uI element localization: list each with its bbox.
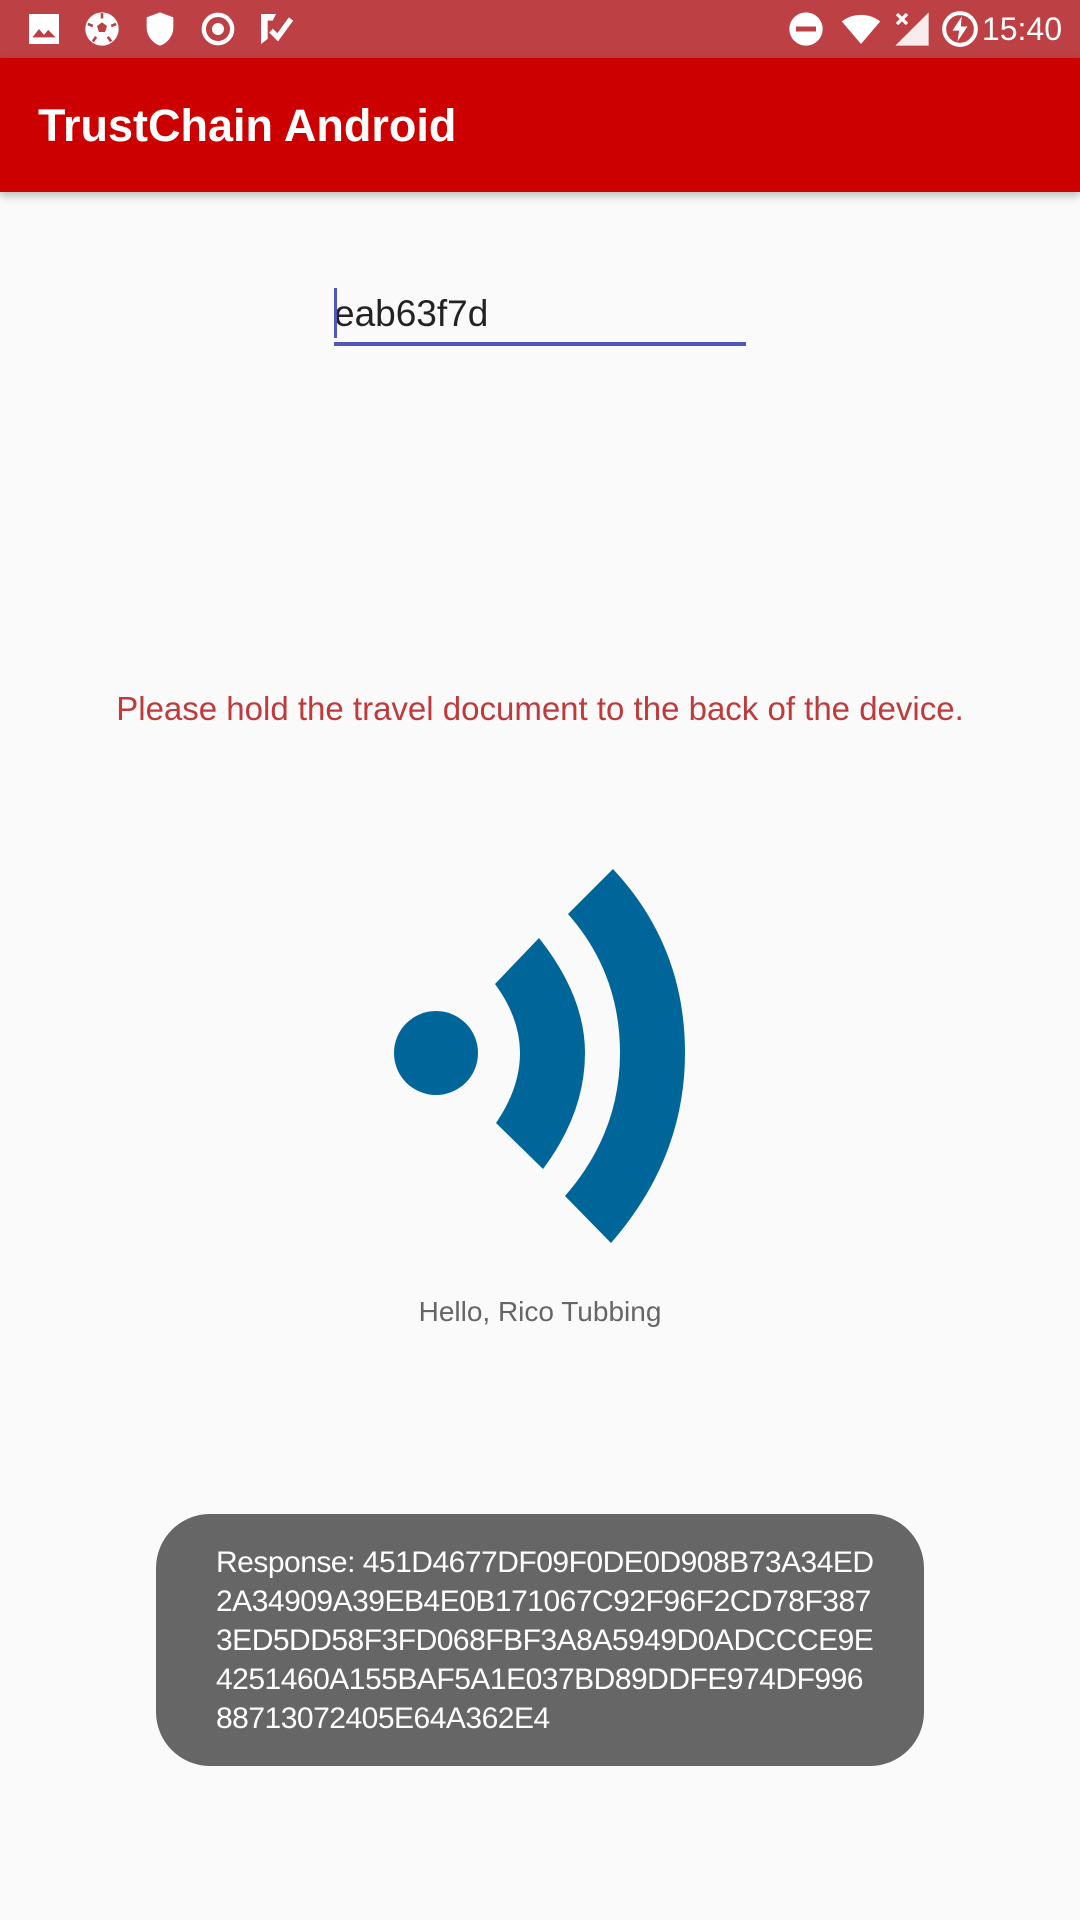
gallery-icon — [29, 14, 59, 44]
input-underline — [334, 342, 746, 346]
greeting-text: Hello, Rico Tubbing — [418, 1296, 662, 1327]
key-input-container[interactable] — [334, 284, 746, 348]
status-bar: 15:40 — [0, 0, 1080, 58]
status-time: 15:40 — [981, 11, 1062, 47]
key-input[interactable] — [334, 284, 746, 344]
instruction-text: Please hold the travel document to the b… — [116, 690, 964, 727]
signal-no-service-icon — [895, 12, 929, 46]
shield-icon — [146, 12, 174, 46]
do-not-disturb-icon — [789, 12, 823, 46]
response-toast: Response: 451D4677DF09F0DE0D908B73A34ED2… — [156, 1514, 924, 1766]
battery-charging-icon — [942, 11, 978, 47]
wifi-icon — [841, 14, 881, 44]
app-bar: TrustChain Android — [0, 58, 1080, 192]
soccer-ball-icon — [85, 12, 119, 46]
nfc-icon — [394, 869, 685, 1243]
record-icon — [201, 12, 235, 46]
text-cursor — [334, 288, 337, 338]
task-check-icon — [261, 14, 294, 44]
toast-message: Response: 451D4677DF09F0DE0D908B73A34ED2… — [216, 1546, 874, 1735]
app-title: TrustChain Android — [38, 100, 457, 151]
